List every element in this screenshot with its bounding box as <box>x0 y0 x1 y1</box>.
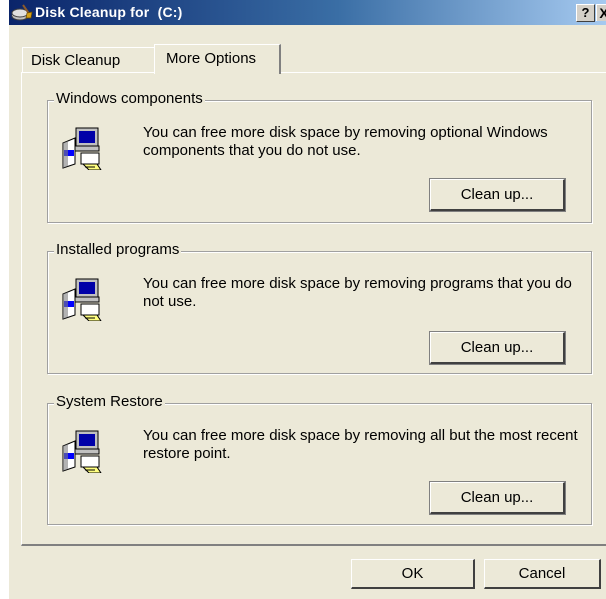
close-button[interactable]: X <box>596 4 606 21</box>
title-bar[interactable]: Disk Cleanup for (C:) ? X <box>9 0 606 25</box>
window-title: Disk Cleanup for (C:) <box>35 4 183 20</box>
group-description: You can free more disk space by removing… <box>143 427 578 462</box>
system-restore-group: System Restore You can free more disk sp… <box>47 393 592 525</box>
system-restore-cleanup-button[interactable]: Clean up... <box>429 481 566 515</box>
group-description: You can free more disk space by removing… <box>143 124 548 159</box>
disk-cleanup-window: Disk Cleanup for (C:) ? X Disk Cleanup M… <box>9 0 606 599</box>
windows-components-group: Windows components You can free more dis… <box>47 90 592 223</box>
windows-components-cleanup-button[interactable]: Clean up... <box>429 178 566 212</box>
group-title: System Restore <box>54 393 165 410</box>
cancel-button[interactable]: Cancel <box>484 559 601 589</box>
disk-cleanup-icon <box>11 4 33 21</box>
group-title: Windows components <box>54 90 205 107</box>
group-description: You can free more disk space by removing… <box>143 275 572 310</box>
help-button[interactable]: ? <box>576 4 595 22</box>
computer-setup-icon <box>62 430 102 473</box>
installed-programs-group: Installed programs You can free more dis… <box>47 241 592 374</box>
tab-more-options[interactable]: More Options <box>154 44 281 74</box>
group-title: Installed programs <box>54 241 182 258</box>
installed-programs-cleanup-button[interactable]: Clean up... <box>429 331 566 365</box>
ok-button[interactable]: OK <box>351 559 475 589</box>
computer-setup-icon <box>62 127 102 170</box>
tab-disk-cleanup[interactable]: Disk Cleanup <box>22 47 156 72</box>
computer-setup-icon <box>62 278 102 321</box>
